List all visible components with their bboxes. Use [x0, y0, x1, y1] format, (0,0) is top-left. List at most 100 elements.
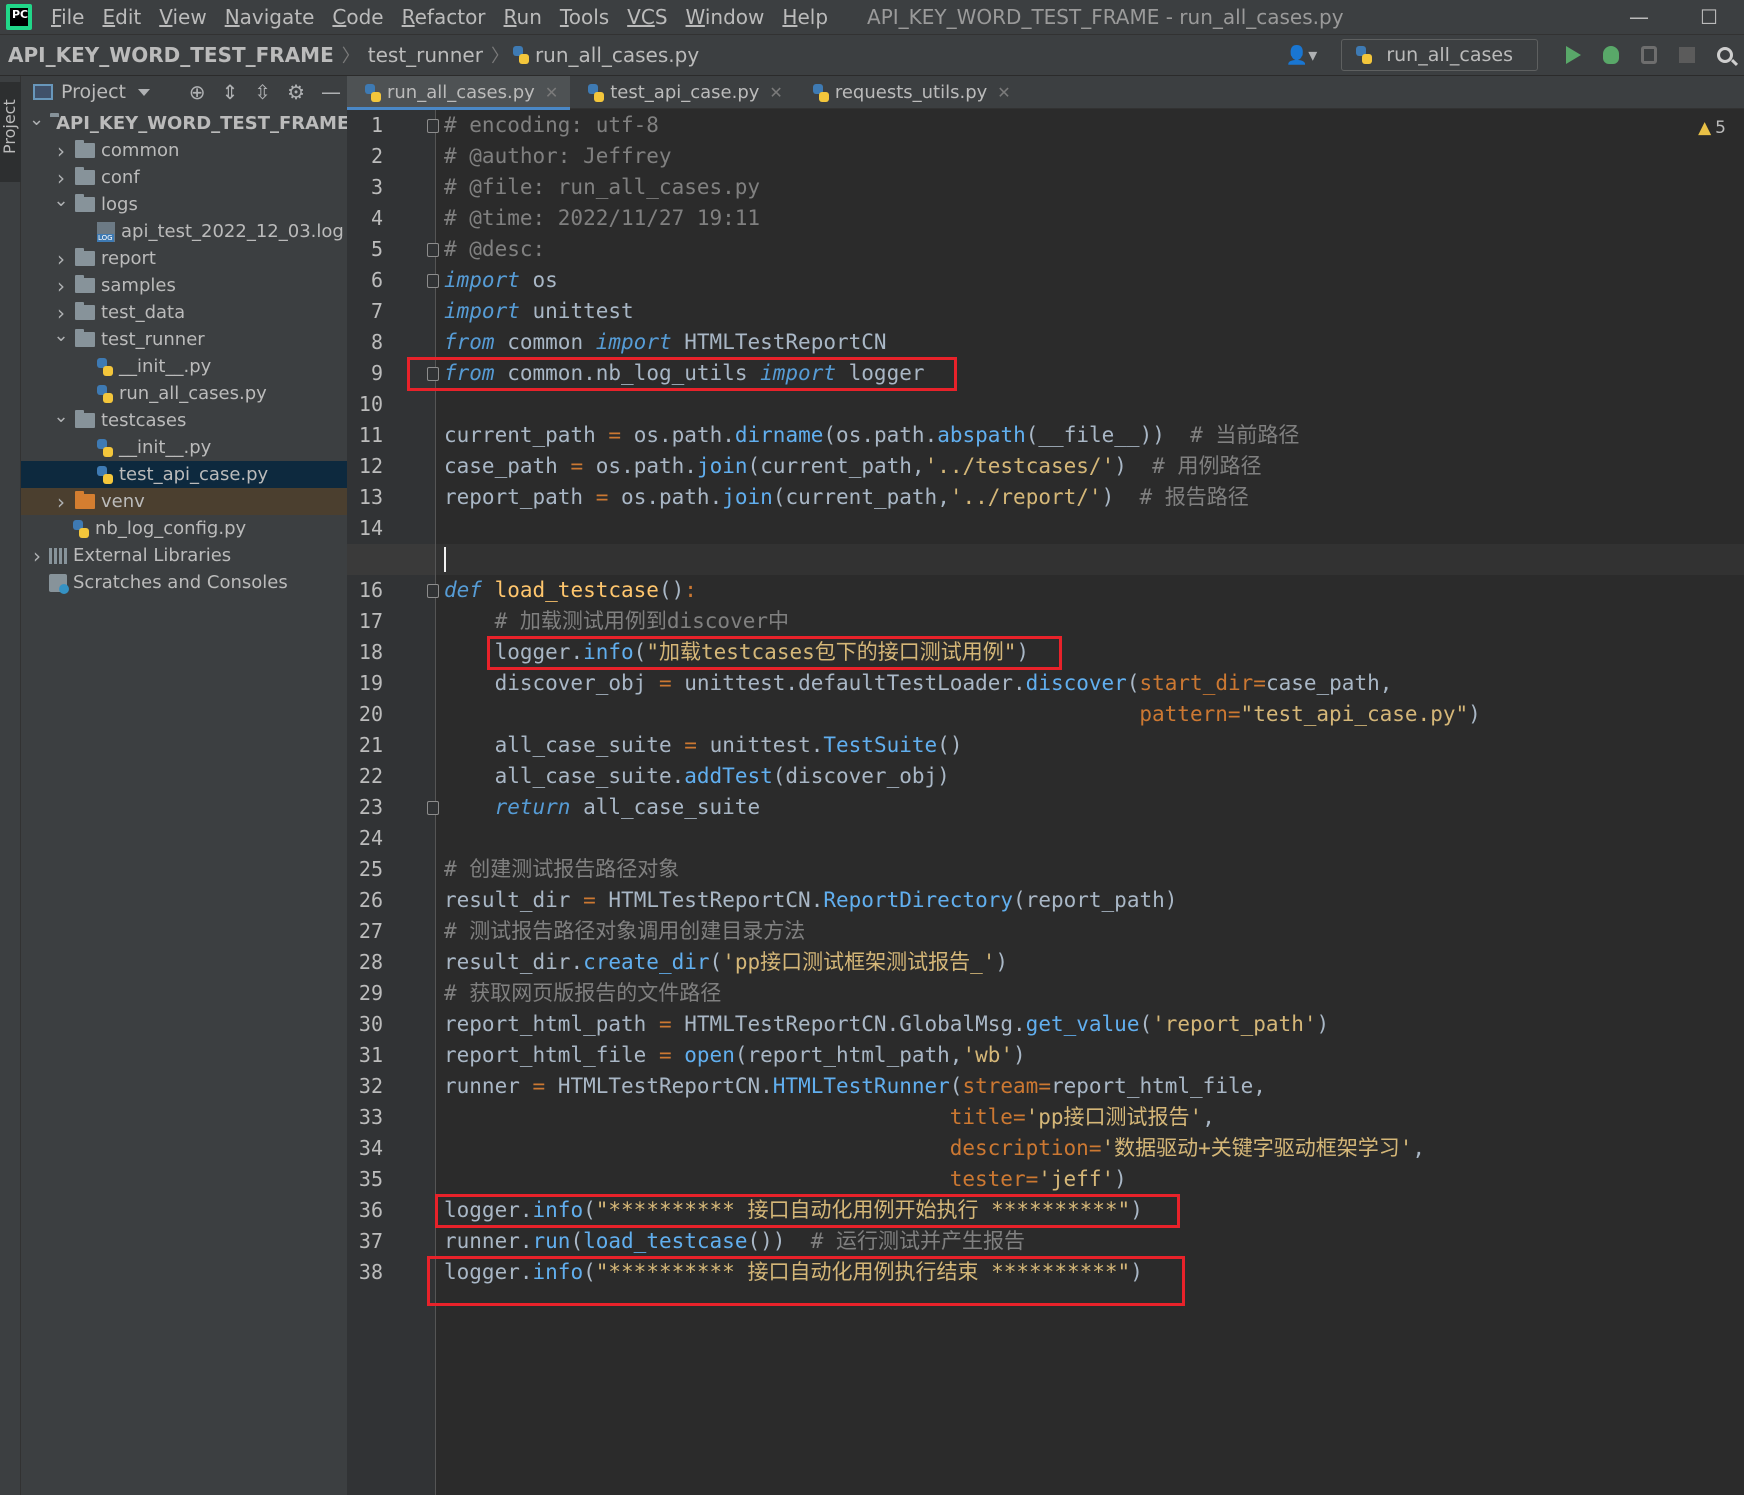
menu-item-edit[interactable]: Edit	[102, 5, 141, 29]
close-icon[interactable]: ✕	[769, 83, 782, 102]
menu-item-run[interactable]: Run	[504, 5, 542, 29]
tree-item[interactable]: __init__.py	[21, 434, 347, 461]
gear-icon[interactable]: ⚙	[287, 80, 305, 104]
run-configuration-select[interactable]: run_all_cases	[1341, 39, 1538, 479]
locate-file-icon[interactable]: ⊕	[189, 80, 206, 104]
chevron-down-icon[interactable]: ⌄	[53, 407, 69, 427]
code-token: =	[658, 671, 672, 695]
code-token: return	[494, 795, 571, 819]
menu-item-vcs[interactable]: VCS	[627, 5, 667, 29]
code-token: import	[444, 268, 520, 292]
code-token: result_dir	[444, 888, 571, 912]
menu-item-code[interactable]: Code	[332, 5, 383, 29]
fold-marker-icon[interactable]	[427, 243, 439, 257]
code-token: report_html_file	[1050, 1074, 1254, 1098]
folder-icon	[75, 302, 95, 320]
collapse-all-icon[interactable]: ⇳	[254, 80, 271, 104]
tab-run-all-cases-py[interactable]: run_all_cases.py ✕	[347, 76, 571, 110]
project-tool-window-tab[interactable]: Project	[0, 82, 21, 182]
menu-item-tools[interactable]: Tools	[560, 5, 609, 29]
hide-panel-icon[interactable]: —	[321, 80, 341, 104]
chevron-right-icon[interactable]: ›	[53, 139, 69, 163]
code-token: load_testcase	[494, 578, 659, 602]
project-view-selector[interactable]: Project	[61, 81, 126, 103]
line-number: 1	[370, 113, 383, 137]
tree-item[interactable]: ⌄ logs	[21, 191, 347, 218]
fold-marker-icon[interactable]	[427, 119, 439, 133]
close-icon[interactable]: ✕	[545, 83, 558, 102]
tree-item[interactable]: › samples	[21, 272, 347, 299]
code-token: discover_obj	[494, 671, 647, 695]
fold-marker-icon[interactable]	[427, 801, 439, 815]
tree-item[interactable]: ⌄ test_runner	[21, 326, 347, 353]
chevron-right-icon[interactable]: ›	[53, 490, 69, 514]
tree-item[interactable]: › test_data	[21, 299, 347, 326]
code-editor[interactable]: 1234567891011121314151617181920212223242…	[347, 110, 1744, 1495]
tree-item[interactable]: ⌄API_KEY_WORD_TEST_FRAMEE:\	[21, 110, 347, 137]
tree-item[interactable]: __init__.py	[21, 353, 347, 380]
breadcrumb-file[interactable]: run_all_cases.py	[535, 43, 699, 67]
tree-item[interactable]: › common	[21, 137, 347, 164]
chevron-down-icon[interactable]: ⌄	[53, 326, 69, 346]
tree-item[interactable]: › report	[21, 245, 347, 272]
code-token: # 用例路径	[1152, 454, 1262, 478]
run-button[interactable]	[1554, 36, 1592, 74]
maximize-button[interactable]: ☐	[1674, 5, 1744, 29]
toolbar-right: 👤▾ run_all_cases	[1286, 35, 1744, 479]
breadcrumb-project[interactable]: API_KEY_WORD_TEST_FRAME	[8, 43, 334, 67]
tree-item[interactable]: › conf	[21, 164, 347, 191]
breadcrumb-folder[interactable]: test_runner	[368, 43, 483, 67]
menu-item-view[interactable]: View	[159, 5, 206, 29]
highlight-box-line-38	[427, 1256, 1185, 1306]
chevron-right-icon[interactable]: ›	[53, 301, 69, 325]
chevron-down-icon[interactable]	[138, 88, 151, 96]
menu-item-refactor[interactable]: Refactor	[402, 5, 486, 29]
tab-requests-utils-py[interactable]: requests_utils.py ✕	[795, 76, 1023, 109]
chevron-down-icon[interactable]: ⌄	[53, 191, 69, 211]
warnings-count: 5	[1715, 118, 1726, 138]
debug-button[interactable]	[1592, 36, 1630, 74]
code-token: HTMLTestReportCN	[608, 888, 811, 912]
tree-item[interactable]: api_test_2022_12_03.log	[21, 218, 347, 245]
code-token: TestSuite	[823, 733, 938, 757]
menu-item-navigate[interactable]: Navigate	[225, 5, 315, 29]
tree-item[interactable]: nb_log_config.py	[21, 515, 347, 542]
menu-item-file[interactable]: File	[51, 5, 84, 29]
minimize-button[interactable]: —	[1604, 5, 1674, 29]
code-token: =	[1088, 1136, 1102, 1160]
tree-item-label: __init__.py	[119, 356, 212, 377]
tree-item[interactable]: Scratches and Consoles	[21, 569, 347, 596]
close-icon[interactable]: ✕	[997, 83, 1010, 102]
chevron-right-icon[interactable]: ›	[53, 274, 69, 298]
tree-item[interactable]: › External Libraries	[21, 542, 347, 569]
inspection-warnings[interactable]: ▲ 5	[1698, 118, 1726, 138]
code-token: =	[1012, 1105, 1026, 1129]
fold-marker-icon[interactable]	[427, 274, 439, 288]
line-number: 14	[358, 516, 383, 540]
tree-item[interactable]: ⌄ testcases	[21, 407, 347, 434]
tree-item-label: conf	[101, 167, 140, 188]
run-configuration-label: run_all_cases	[1386, 44, 1513, 66]
chevron-down-icon[interactable]: ⌄	[29, 110, 44, 130]
expand-all-icon[interactable]: ⇕	[222, 80, 239, 104]
chevron-right-icon[interactable]: ›	[53, 166, 69, 190]
tree-item[interactable]: test_api_case.py	[21, 461, 347, 488]
stop-button[interactable]	[1668, 36, 1706, 74]
chevron-right-icon[interactable]: ›	[29, 544, 45, 568]
search-everywhere-button[interactable]	[1706, 36, 1744, 74]
fold-marker-icon[interactable]	[427, 584, 439, 598]
user-icon[interactable]: 👤▾	[1286, 45, 1317, 66]
code-token: current_path	[785, 485, 938, 509]
project-panel: Project ⊕ ⇕ ⇳ ⚙ — ⌄ API_KEY_WORD_TEST_FRA…	[21, 76, 347, 1495]
tab-test-api-case-py[interactable]: test_api_case.py ✕	[570, 76, 795, 109]
line-number: 37	[358, 1229, 383, 1253]
line-number: 36	[358, 1198, 383, 1222]
menu-item-label: dit	[115, 5, 142, 29]
line-number: 25	[358, 857, 383, 881]
menu-item-help[interactable]: Help	[782, 5, 828, 29]
tree-item[interactable]: › venv	[21, 488, 347, 515]
menu-item-window[interactable]: Window	[686, 5, 765, 29]
tree-item[interactable]: run_all_cases.py	[21, 380, 347, 407]
chevron-right-icon[interactable]: ›	[53, 247, 69, 271]
coverage-button[interactable]	[1630, 36, 1668, 74]
